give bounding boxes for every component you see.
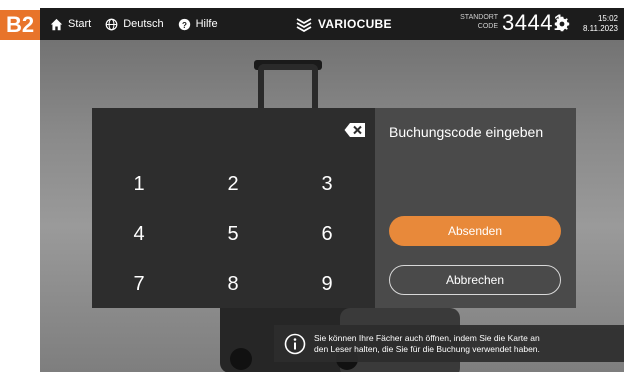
info-icon [284, 333, 306, 354]
help-icon: ? [178, 18, 190, 30]
cancel-button[interactable]: Abbrechen [389, 265, 561, 295]
numeric-keypad: 1 2 3 4 5 6 7 8 9 [92, 108, 375, 308]
info-line-1: Sie können Ihre Fächer auch öffnen, inde… [314, 332, 540, 343]
logo-text: VARIOCUBE [318, 17, 392, 31]
nav-help[interactable]: ? Hilfe [178, 18, 218, 31]
globe-icon [105, 18, 118, 30]
nav-help-label: Hilfe [195, 18, 218, 30]
info-banner: Sie können Ihre Fächer auch öffnen, inde… [274, 325, 624, 362]
key-2[interactable]: 2 [203, 164, 263, 204]
standort-label-line1: STANDORT [460, 14, 498, 21]
key-1[interactable]: 1 [109, 164, 169, 204]
gear-icon[interactable] [554, 16, 570, 32]
key-3[interactable]: 3 [297, 164, 357, 204]
nav-language[interactable]: Deutsch [105, 18, 164, 31]
top-bar: Start Deutsch ? Hilfe VARIOCUBE STANDORT… [40, 8, 624, 40]
key-8[interactable]: 8 [203, 264, 263, 304]
home-icon [50, 18, 63, 30]
clock: 15:02 8.11.2023 [583, 14, 618, 34]
standort-label: STANDORT CODE [444, 13, 498, 31]
key-5[interactable]: 5 [203, 214, 263, 254]
nav-start-label: Start [68, 18, 92, 30]
variocube-logo: VARIOCUBE [296, 8, 392, 40]
panel-title: Buchungscode eingeben [389, 124, 544, 140]
key-4[interactable]: 4 [109, 214, 169, 254]
suitcase-wheel-left [230, 348, 252, 370]
step-badge: B2 [0, 10, 40, 40]
clock-date: 8.11.2023 [583, 24, 618, 33]
logo-mark-icon [296, 18, 312, 32]
backspace-icon[interactable] [344, 122, 366, 138]
nav-start[interactable]: Start [50, 18, 91, 31]
code-input-display[interactable] [389, 158, 561, 208]
kiosk-screen: Start Deutsch ? Hilfe VARIOCUBE STANDORT… [40, 8, 624, 372]
key-9[interactable]: 9 [297, 264, 357, 304]
key-6[interactable]: 6 [297, 214, 357, 254]
key-7[interactable]: 7 [109, 264, 169, 304]
standort-label-line2: CODE [477, 23, 498, 30]
submit-button[interactable]: Absenden [389, 216, 561, 246]
svg-text:?: ? [182, 20, 187, 29]
info-text: Sie können Ihre Fächer auch öffnen, inde… [314, 333, 540, 355]
clock-time: 15:02 [597, 14, 618, 23]
booking-code-panel: Buchungscode eingeben Absenden Abbrechen [375, 108, 576, 308]
nav-language-label: Deutsch [123, 18, 164, 30]
info-line-2: den Leser halten, die Sie für die Buchun… [314, 343, 540, 354]
